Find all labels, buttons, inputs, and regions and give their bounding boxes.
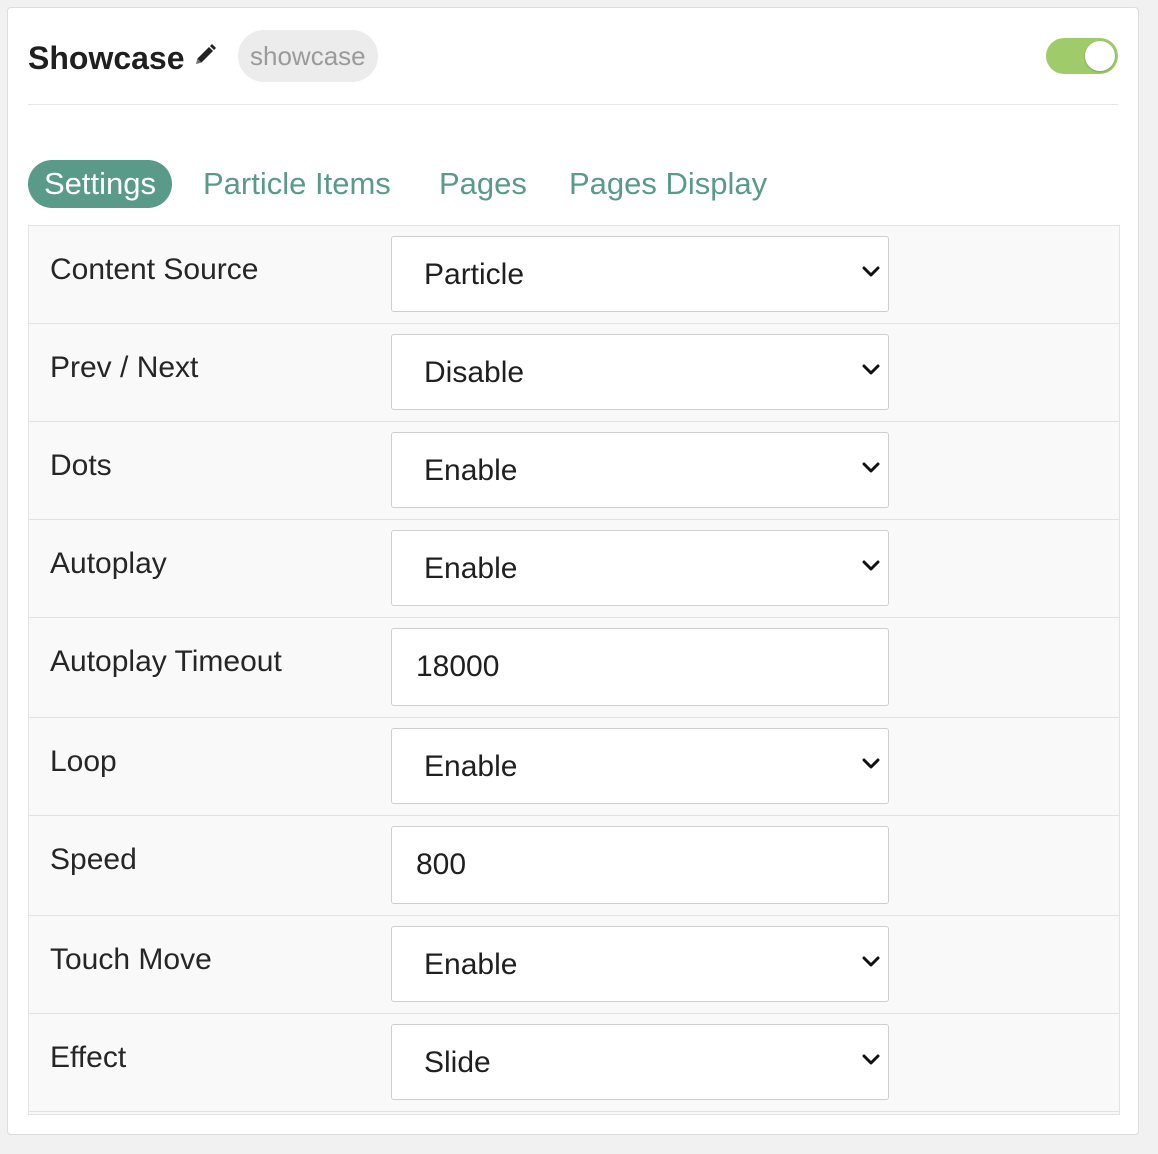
card-header: Showcase showcase (28, 30, 1118, 105)
tab-particle-items[interactable]: Particle Items (203, 160, 391, 208)
chevron-down-icon (862, 462, 880, 473)
setting-label: Loop (50, 745, 117, 778)
select-value: Enable (424, 750, 518, 783)
setting-row-dots: Dots Enable (29, 422, 1119, 520)
input-value: 800 (416, 848, 467, 881)
select-value: Enable (424, 552, 518, 585)
tab-settings[interactable]: Settings (28, 160, 173, 208)
setting-label: Effect (50, 1041, 127, 1074)
settings-table: Content Source Particle Prev / Next Disa… (28, 225, 1120, 1115)
enabled-toggle[interactable] (1046, 38, 1118, 74)
particle-type-badge: showcase (238, 30, 378, 82)
chevron-down-icon (862, 956, 880, 967)
chevron-down-icon (862, 266, 880, 277)
setting-row-autoplay: Autoplay Enable (29, 520, 1119, 618)
tab-pages[interactable]: Pages (439, 160, 527, 208)
setting-label: Autoplay (50, 547, 167, 580)
dots-select[interactable]: Enable (391, 432, 889, 508)
select-value: Enable (424, 948, 518, 981)
setting-row-autoplay-timeout: Autoplay Timeout 18000 (29, 618, 1119, 718)
select-value: Enable (424, 454, 518, 487)
autoplay-select[interactable]: Enable (391, 530, 889, 606)
input-value: 18000 (416, 650, 500, 683)
setting-label: Prev / Next (50, 351, 199, 384)
setting-row-effect: Effect Slide (29, 1014, 1119, 1112)
effect-select[interactable]: Slide (391, 1024, 889, 1100)
particle-title: Showcase (28, 40, 185, 76)
tab-pages-display[interactable]: Pages Display (569, 160, 767, 208)
setting-row-prev-next: Prev / Next Disable (29, 324, 1119, 422)
pencil-icon[interactable] (193, 43, 217, 67)
setting-row-loop: Loop Enable (29, 718, 1119, 816)
setting-row-speed: Speed 800 (29, 816, 1119, 916)
chevron-down-icon (862, 364, 880, 375)
speed-input[interactable]: 800 (391, 826, 889, 904)
chevron-down-icon (862, 1054, 880, 1065)
select-value: Particle (424, 258, 525, 291)
prev-next-select[interactable]: Disable (391, 334, 889, 410)
loop-select[interactable]: Enable (391, 728, 889, 804)
setting-label: Autoplay Timeout (50, 645, 282, 678)
select-value: Slide (424, 1046, 491, 1079)
autoplay-timeout-input[interactable]: 18000 (391, 628, 889, 706)
toggle-knob (1085, 41, 1115, 71)
setting-label: Touch Move (50, 943, 212, 976)
touch-move-select[interactable]: Enable (391, 926, 889, 1002)
setting-label: Speed (50, 843, 137, 876)
setting-label: Content Source (50, 253, 259, 286)
chevron-down-icon (862, 560, 880, 571)
setting-row-content-source: Content Source Particle (29, 226, 1119, 324)
setting-label: Dots (50, 449, 112, 482)
select-value: Disable (424, 356, 525, 389)
chevron-down-icon (862, 758, 880, 769)
setting-row-touch-move: Touch Move Enable (29, 916, 1119, 1014)
content-source-select[interactable]: Particle (391, 236, 889, 312)
particle-card: Showcase showcase Settings Particle Item… (7, 7, 1139, 1135)
